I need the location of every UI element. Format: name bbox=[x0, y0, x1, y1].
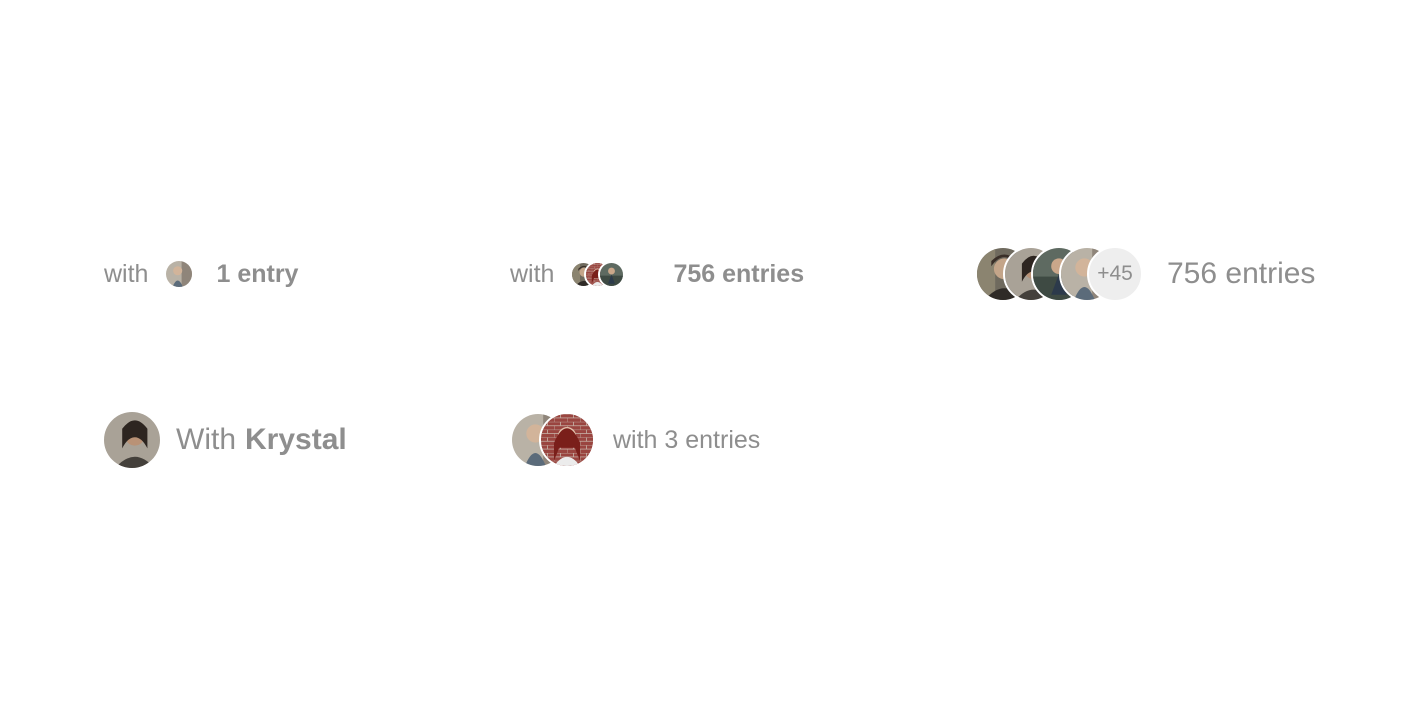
entry-count[interactable]: 1 entry bbox=[216, 260, 298, 289]
person-avatar[interactable] bbox=[598, 260, 626, 288]
overflow-count-badge[interactable]: +45 bbox=[1087, 246, 1143, 302]
avatar-stack[interactable] bbox=[510, 412, 595, 468]
entry-summary-single[interactable]: with 1 entry bbox=[104, 258, 298, 290]
entry-summary-pair[interactable]: with 3 entries bbox=[510, 412, 760, 468]
person-avatar[interactable] bbox=[102, 410, 162, 470]
with-label: With bbox=[176, 423, 236, 456]
person-avatar[interactable] bbox=[539, 412, 595, 468]
entry-summary-multi-large[interactable]: +45 756 entries bbox=[975, 246, 1315, 302]
avatar-stack[interactable] bbox=[570, 260, 626, 288]
with-label: with bbox=[510, 259, 555, 288]
entry-summary-multi-small[interactable]: with 756 entries bbox=[510, 258, 804, 290]
person-name[interactable]: Krystal bbox=[245, 423, 347, 457]
avatar-stack[interactable]: +45 bbox=[975, 246, 1143, 302]
with-label: with bbox=[104, 259, 149, 288]
entry-count[interactable]: 756 entries bbox=[673, 260, 804, 289]
entry-summary-named[interactable]: With Krystal bbox=[102, 410, 347, 470]
entry-count[interactable]: with 3 entries bbox=[613, 426, 760, 455]
entry-count[interactable]: 756 entries bbox=[1167, 257, 1315, 291]
person-avatar[interactable] bbox=[164, 259, 195, 289]
